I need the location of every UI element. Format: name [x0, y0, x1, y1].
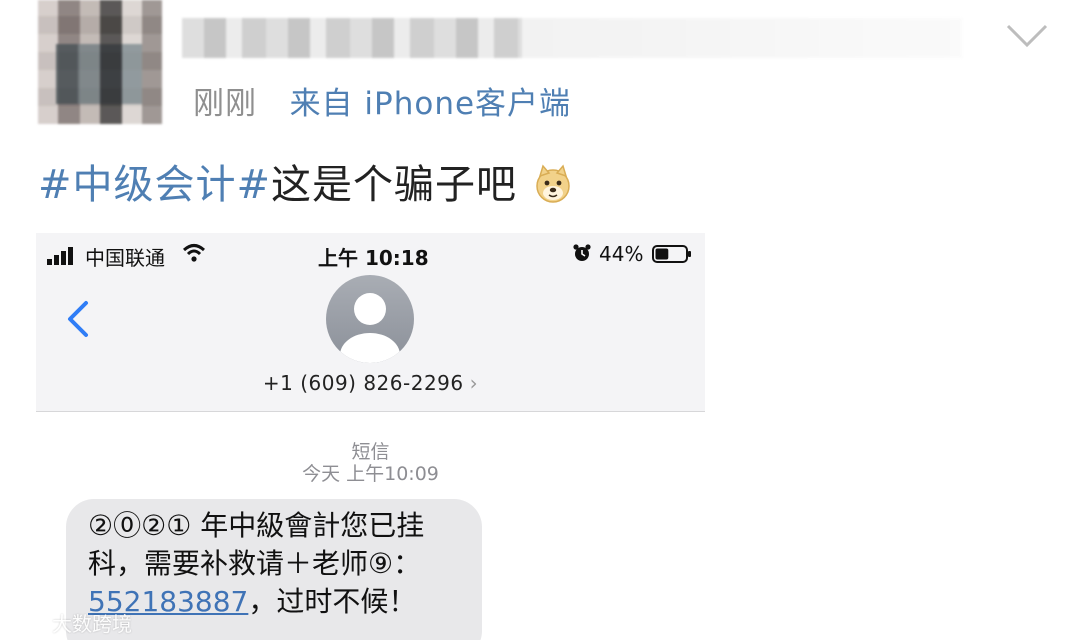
contact-avatar[interactable]	[326, 275, 414, 363]
watermark: 大数跨境	[6, 606, 156, 636]
wifi-icon	[182, 244, 206, 262]
message-line-2: 科，需要补救请＋老师⑨：	[88, 547, 422, 580]
contact-number-row[interactable]: +1 (609) 826-2296 ›	[36, 371, 705, 395]
sms-screenshot: 中国联通 上午 10:18 44% +1 (609) 826-2296 › 短信…	[36, 233, 705, 640]
signal-icon	[47, 247, 73, 265]
message-body: ②⓪②① 年中級會計您已挂 科，需要补救请＋老师⑨： 552183887，过时不…	[88, 507, 468, 621]
user-avatar[interactable]	[38, 0, 162, 124]
message-line-1: ②⓪②① 年中級會計您已挂	[88, 509, 425, 542]
message-timestamp: 今天 上午10:09	[302, 463, 439, 485]
carrier-name: 中国联通	[85, 246, 165, 270]
status-time: 上午 10:18	[318, 246, 429, 270]
back-arrow-icon[interactable]	[64, 299, 92, 339]
chevron-down-icon[interactable]	[1004, 18, 1050, 52]
contact-number: +1 (609) 826-2296	[262, 371, 464, 395]
post-body: 这是个骗子吧	[271, 162, 518, 208]
post-time: 刚刚	[193, 86, 257, 122]
topic-link[interactable]: #中级会计#	[38, 162, 271, 208]
doge-emoji-icon	[536, 164, 570, 203]
watermark-logo-icon	[8, 611, 46, 629]
watermark-text: 大数跨境	[52, 612, 132, 636]
message-header: 中国联通 上午 10:18 44% +1 (609) 826-2296 ›	[36, 233, 705, 412]
alarm-icon	[573, 244, 591, 261]
status-bar: 中国联通 上午 10:18 44%	[36, 239, 705, 270]
username-blurred[interactable]	[182, 18, 962, 58]
person-icon	[340, 293, 400, 363]
battery-percent: 44%	[599, 242, 644, 266]
post-source[interactable]: 来自 iPhone客户端	[290, 86, 572, 122]
chevron-right-icon: ›	[469, 371, 479, 395]
post-text: #中级会计#这是个骗子吧	[38, 152, 573, 210]
post-meta: 刚刚 来自 iPhone客户端	[193, 78, 571, 123]
battery-icon	[652, 245, 691, 263]
message-tail: ，过时不候！	[248, 585, 417, 618]
